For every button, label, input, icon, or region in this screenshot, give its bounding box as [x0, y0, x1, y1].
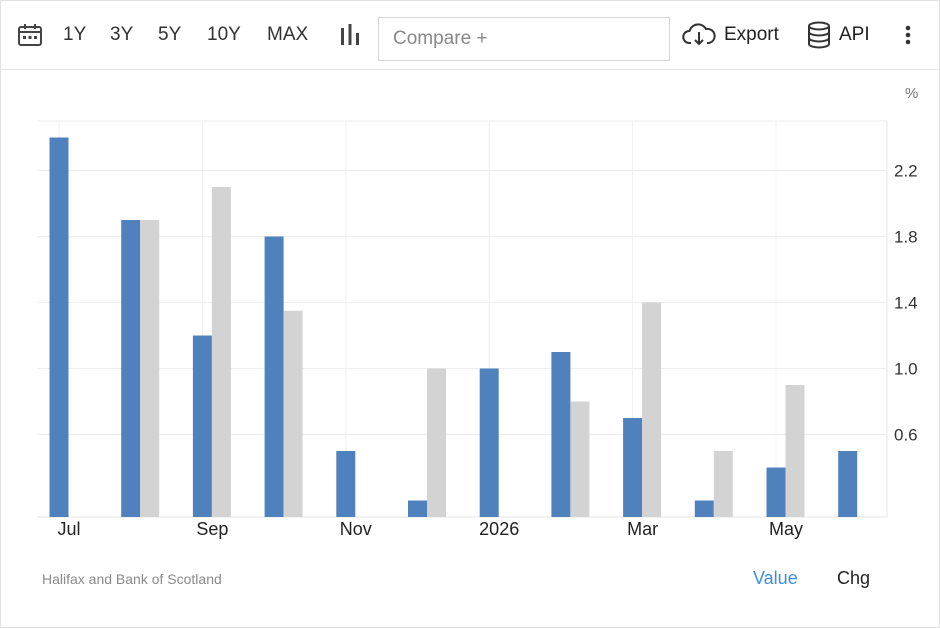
- x-tick-label: Mar: [627, 519, 658, 539]
- value-toggle[interactable]: Value: [753, 568, 798, 589]
- chg-bar: [211, 187, 231, 517]
- chg-bar: [713, 451, 733, 517]
- chg-bar: [642, 302, 662, 517]
- y-tick-label: 1.8: [894, 228, 918, 247]
- chg-bar: [785, 385, 805, 517]
- y-tick-label: 1.0: [894, 360, 918, 379]
- y-tick-label: 0.6: [894, 426, 918, 445]
- compare-input[interactable]: [378, 17, 670, 61]
- value-bar: [408, 500, 427, 517]
- range-3y-button[interactable]: 3Y: [110, 1, 133, 69]
- y-tick-label: 2.2: [894, 162, 918, 181]
- value-bar: [551, 352, 571, 517]
- export-button[interactable]: Export: [682, 1, 779, 69]
- x-tick-label: Jul: [57, 519, 80, 539]
- chart-toolbar: 1Y 3Y 5Y 10Y MAX Export: [1, 1, 939, 70]
- chg-bar: [570, 401, 590, 517]
- value-bar: [336, 451, 356, 517]
- range-max-button[interactable]: MAX: [267, 1, 308, 69]
- api-button[interactable]: API: [807, 1, 870, 69]
- cloud-download-icon: [682, 23, 716, 46]
- bar-chart: 0.6 1.0 1.4 1.8 2.2% Jul Sep Nov 2026 Mar May: [37, 85, 918, 539]
- x-tick-label: 2026: [479, 519, 519, 539]
- value-bar: [264, 236, 284, 517]
- x-tick-label: Sep: [196, 519, 228, 539]
- chg-toggle[interactable]: Chg: [837, 568, 870, 589]
- value-bar: [192, 335, 212, 517]
- value-bar: [838, 451, 858, 517]
- source-label: Halifax and Bank of Scotland: [42, 571, 222, 587]
- y-unit-label: %: [905, 85, 918, 102]
- chart-widget: 1Y 3Y 5Y 10Y MAX Export: [0, 0, 940, 628]
- value-bar: [766, 467, 786, 517]
- value-bar: [479, 368, 499, 517]
- database-icon: [808, 21, 830, 49]
- chg-bar: [283, 310, 303, 517]
- chg-bar: [427, 368, 446, 517]
- value-bar: [49, 137, 69, 517]
- more-vertical-icon[interactable]: [903, 1, 913, 69]
- value-bar: [623, 418, 643, 517]
- range-5y-button[interactable]: 5Y: [158, 1, 181, 69]
- api-label: API: [839, 24, 870, 45]
- range-1y-button[interactable]: 1Y: [63, 1, 86, 69]
- range-10y-button[interactable]: 10Y: [207, 1, 241, 69]
- x-tick-label: May: [769, 519, 803, 539]
- bar-chart-icon[interactable]: [339, 1, 361, 69]
- export-label: Export: [724, 24, 779, 45]
- calendar-icon[interactable]: [17, 1, 43, 69]
- value-bar: [694, 500, 714, 517]
- x-tick-label: Nov: [340, 519, 372, 539]
- value-bar: [121, 220, 141, 517]
- chg-bar: [140, 220, 160, 517]
- y-tick-label: 1.4: [894, 294, 918, 313]
